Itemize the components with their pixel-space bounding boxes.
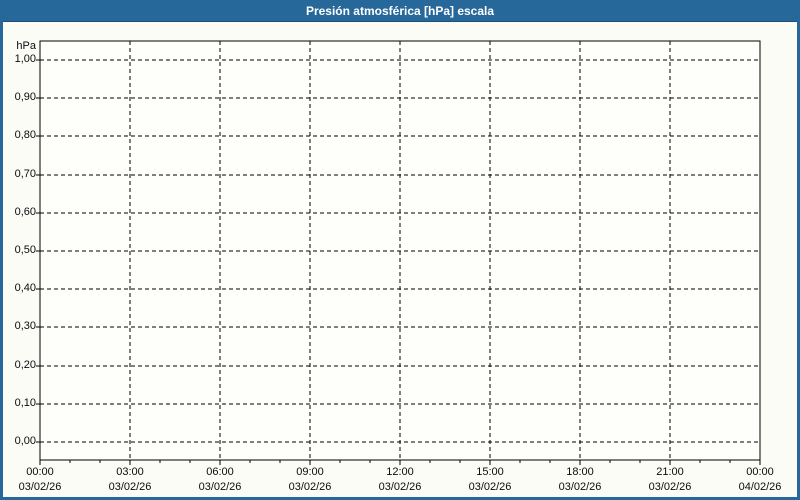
x-tick-date-label: 03/02/26 — [288, 481, 332, 493]
y-tick-label: 0,80 — [14, 129, 36, 141]
x-tick-time-label: 15:00 — [476, 466, 504, 478]
y-tick-label: 0,10 — [14, 397, 36, 409]
x-tick-date-label: 03/02/26 — [558, 481, 602, 493]
x-tick-date-label: 03/02/26 — [198, 481, 242, 493]
x-tick-date-label: 03/02/26 — [648, 481, 692, 493]
x-tick-time-label: 12:00 — [386, 466, 414, 478]
x-tick-date-label: 03/02/26 — [108, 481, 152, 493]
x-tick-date-label: 04/02/26 — [738, 481, 782, 493]
x-tick-date-label: 03/02/26 — [378, 481, 422, 493]
plot-grid — [36, 40, 761, 465]
window-border-left — [0, 21, 3, 500]
x-tick-time-label: 09:00 — [296, 466, 324, 478]
x-tick-time-label: 00:00 — [746, 466, 774, 478]
x-tick-time-label: 18:00 — [566, 466, 594, 478]
y-tick-label: 0,40 — [14, 282, 36, 294]
x-tick-time-label: 06:00 — [206, 466, 234, 478]
x-tick-date-label: 03/02/26 — [468, 481, 512, 493]
x-tick-time-label: 03:00 — [116, 466, 144, 478]
x-tick-time-label: 21:00 — [656, 466, 684, 478]
x-tick-date-label: 03/02/26 — [18, 481, 62, 493]
y-tick-label: 0,30 — [14, 320, 36, 332]
chart-window: Presión atmosférica [hPa] escala hPa 1,0… — [0, 0, 800, 500]
y-tick-label: 0,70 — [14, 168, 36, 180]
y-tick-label: 1,00 — [14, 53, 36, 65]
y-tick-label: 0,60 — [14, 206, 36, 218]
y-tick-label: 0,90 — [14, 91, 36, 103]
y-tick-label: 0,50 — [14, 244, 36, 256]
y-tick-label: 0,00 — [14, 435, 36, 447]
y-tick-label: 0,20 — [14, 359, 36, 371]
y-axis-unit-label: hPa — [16, 40, 36, 52]
x-tick-time-label: 00:00 — [26, 466, 54, 478]
